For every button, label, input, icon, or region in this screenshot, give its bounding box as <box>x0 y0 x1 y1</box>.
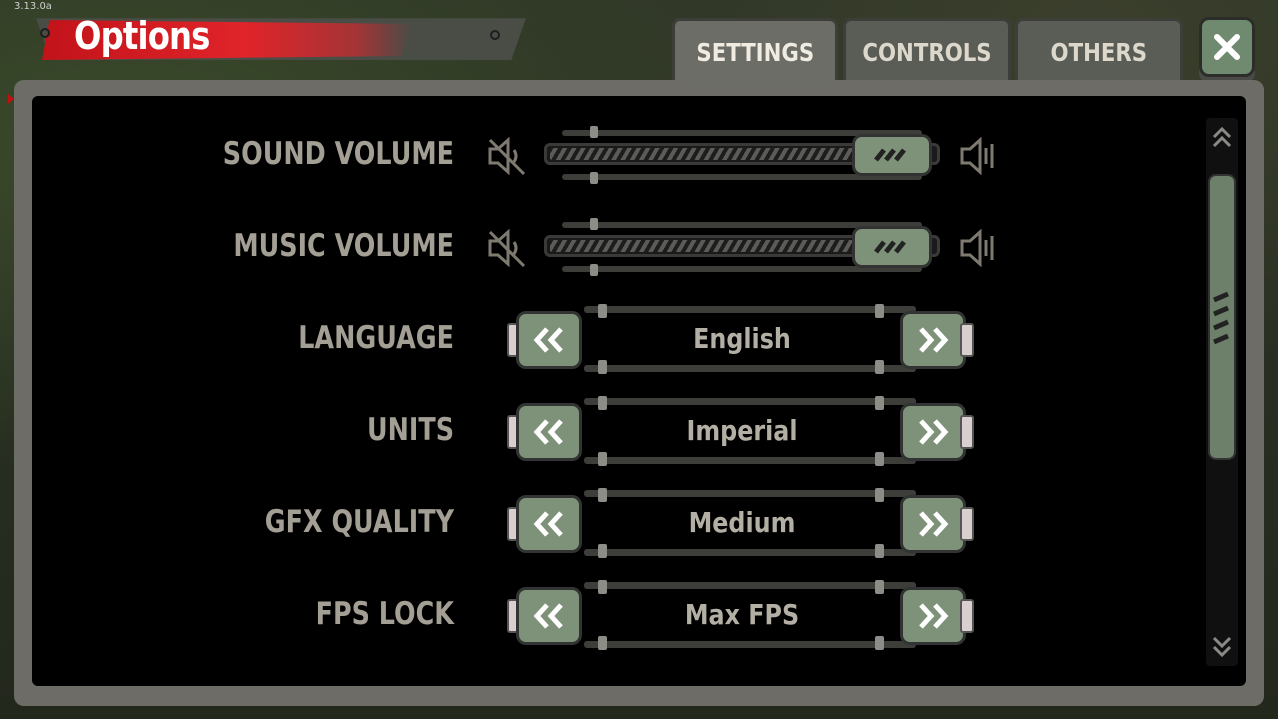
version-label: 3.13.0a <box>14 1 52 12</box>
sound-volume-label: SOUND VOLUME <box>222 136 454 172</box>
selector-peg <box>598 488 607 502</box>
bolt-decoration <box>40 28 50 38</box>
selector-rail <box>584 549 916 556</box>
units-label: UNITS <box>366 412 454 448</box>
selector-peg <box>598 580 607 594</box>
page-title: Options <box>74 14 210 58</box>
close-icon <box>1214 34 1240 60</box>
gfx-quality-value: Medium <box>688 506 796 539</box>
speaker-loud-icon[interactable] <box>958 134 1002 178</box>
double-chevron-left-icon <box>533 419 563 445</box>
grip-icon <box>1213 291 1229 345</box>
arrow-tab <box>960 507 974 541</box>
scroll-up-icon[interactable] <box>1209 124 1235 152</box>
selector-rail <box>584 641 916 648</box>
language-label: LANGUAGE <box>298 320 454 356</box>
slider-fill <box>550 240 856 252</box>
selector-peg <box>598 544 607 558</box>
sound-volume-slider[interactable] <box>544 126 940 184</box>
double-chevron-left-icon <box>533 327 563 353</box>
slider-peg <box>590 218 598 230</box>
gfx-quality-label: GFX QUALITY <box>264 504 454 540</box>
music-volume-label: MUSIC VOLUME <box>233 228 454 264</box>
gfx-quality-prev-button[interactable] <box>516 495 582 553</box>
language-prev-button[interactable] <box>516 311 582 369</box>
slider-knob[interactable] <box>852 226 932 268</box>
gfx-quality-next-button[interactable] <box>900 495 966 553</box>
selector-peg <box>598 452 607 466</box>
grip-icon <box>874 240 906 254</box>
language-next-button[interactable] <box>900 311 966 369</box>
selector-peg <box>875 360 884 374</box>
language-value: English <box>693 322 791 355</box>
tab-connector <box>680 80 830 92</box>
units-value: Imperial <box>686 414 798 447</box>
tab-others-label: OTHERS <box>1050 38 1148 67</box>
bolt-decoration <box>490 30 500 40</box>
selector-peg <box>875 580 884 594</box>
tab-others[interactable]: OTHERS <box>1015 18 1183 84</box>
grip-icon <box>874 148 906 162</box>
double-chevron-right-icon <box>919 511 949 537</box>
selector-peg <box>598 360 607 374</box>
slider-peg <box>590 172 598 184</box>
selector-rail <box>584 457 916 464</box>
units-next-button[interactable] <box>900 403 966 461</box>
selector-rail <box>584 306 916 313</box>
selector-peg <box>875 488 884 502</box>
selector-peg <box>875 396 884 410</box>
close-button[interactable] <box>1199 17 1255 77</box>
tab-settings-label: SETTINGS <box>696 38 814 67</box>
slider-peg <box>590 126 598 138</box>
selector-rail <box>584 582 916 589</box>
selector-peg <box>875 452 884 466</box>
double-chevron-left-icon <box>533 511 563 537</box>
double-chevron-left-icon <box>533 603 563 629</box>
fps-lock-label: FPS LOCK <box>315 596 454 632</box>
selector-rail <box>584 490 916 497</box>
selector-peg <box>598 304 607 318</box>
selector-peg <box>875 304 884 318</box>
double-chevron-right-icon <box>919 603 949 629</box>
arrow-tab <box>960 599 974 633</box>
fps-lock-prev-button[interactable] <box>516 587 582 645</box>
fps-lock-value: Max FPS <box>684 598 800 631</box>
speaker-mute-icon[interactable] <box>486 226 530 270</box>
slider-peg <box>590 264 598 276</box>
speaker-loud-icon[interactable] <box>958 226 1002 270</box>
selector-rail <box>584 398 916 405</box>
arrow-tab <box>960 415 974 449</box>
slider-knob[interactable] <box>852 134 932 176</box>
fps-lock-next-button[interactable] <box>900 587 966 645</box>
selector-peg <box>598 396 607 410</box>
scroll-down-icon[interactable] <box>1209 632 1235 660</box>
selector-peg <box>598 636 607 650</box>
music-volume-slider[interactable] <box>544 218 940 276</box>
tab-controls[interactable]: CONTROLS <box>843 18 1011 84</box>
selector-peg <box>875 636 884 650</box>
double-chevron-right-icon <box>919 419 949 445</box>
speaker-mute-icon[interactable] <box>486 134 530 178</box>
tab-settings[interactable]: SETTINGS <box>672 18 838 84</box>
scrollbar-thumb[interactable] <box>1208 174 1236 460</box>
tab-controls-label: CONTROLS <box>862 38 992 67</box>
units-prev-button[interactable] <box>516 403 582 461</box>
selector-peg <box>875 544 884 558</box>
double-chevron-right-icon <box>919 327 949 353</box>
selector-rail <box>584 365 916 372</box>
slider-fill <box>550 148 856 160</box>
arrow-tab <box>960 323 974 357</box>
